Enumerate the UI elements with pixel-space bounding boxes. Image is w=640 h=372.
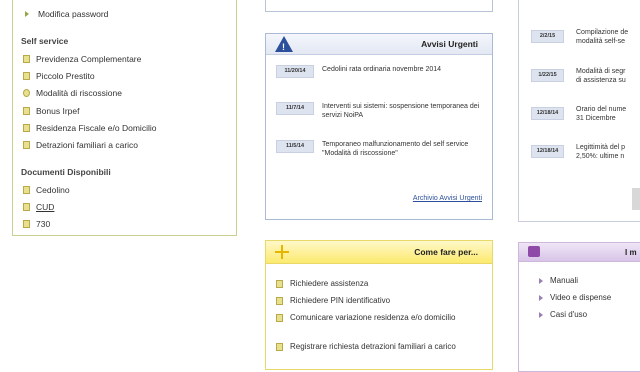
folder-icon <box>23 220 30 228</box>
avvisi-title: Avvisi Urgenti <box>421 39 478 49</box>
documento-730[interactable]: 730 <box>23 219 50 229</box>
right-resources-panel: I m Manuali Video e dispense Casi d'uso <box>518 242 640 372</box>
news-date-badge: 11/7/14 <box>276 102 314 115</box>
right-news-item-2[interactable]: Modalità di segr di assistenza su <box>576 67 640 85</box>
refresh-icon <box>23 89 30 97</box>
scrollbar[interactable] <box>632 188 640 210</box>
archivio-avvisi-link[interactable]: Archivio Avvisi Urgenti <box>413 195 482 202</box>
right-resources-title: I m <box>625 248 637 257</box>
self-service-item-modalita-riscossione[interactable]: Modalità di riscossione <box>23 88 122 98</box>
briefcase-icon <box>528 246 540 257</box>
right-news-panel: 2/2/15 Compilazione de modalità self-se … <box>518 0 640 222</box>
top-middle-panel <box>265 0 493 12</box>
document-icon <box>23 55 30 63</box>
come-fare-item-detrazioni[interactable]: Registrare richiesta detrazioni familiar… <box>276 342 486 352</box>
self-service-item-residenza-fiscale[interactable]: Residenza Fiscale e/o Domicilio <box>23 123 156 133</box>
modifica-password-link[interactable]: Modifica password <box>23 9 108 19</box>
shield-icon <box>23 124 30 132</box>
document-icon <box>276 343 283 351</box>
come-fare-item-pin[interactable]: Richiedere PIN identificativo <box>276 296 486 306</box>
self-service-item-previdenza[interactable]: Previdenza Complementare <box>23 54 141 64</box>
document-icon <box>276 314 283 322</box>
avvisi-urgenti-panel: ! Avvisi Urgenti 11/20/14 Cedolini rata … <box>265 33 493 220</box>
arrow-right-icon <box>539 277 543 284</box>
folder-icon <box>23 203 30 211</box>
come-fare-title: Come fare per... <box>414 247 478 257</box>
resource-item-casi-uso[interactable]: Casi d'uso <box>539 310 587 319</box>
documento-cud[interactable]: CUD <box>23 202 54 212</box>
coins-icon <box>23 107 30 115</box>
news-date-badge: 1/22/15 <box>531 69 564 82</box>
right-news-item-3[interactable]: Orario del nume 31 Dicembre <box>576 105 640 123</box>
document-icon <box>23 141 30 149</box>
self-service-item-bonus-irpef[interactable]: Bonus Irpef <box>23 106 79 116</box>
document-icon <box>276 280 283 288</box>
left-sidebar-panel: Modifica password Self service Previdenz… <box>12 0 237 236</box>
right-resources-header: I m <box>519 243 640 262</box>
resource-item-video[interactable]: Video e dispense <box>539 293 611 302</box>
document-icon <box>276 297 283 305</box>
arrow-right-icon <box>539 294 543 301</box>
news-date-badge: 2/2/15 <box>531 30 564 43</box>
news-date-badge: 11/5/14 <box>276 140 314 153</box>
right-news-item-4[interactable]: Legittimità del p 2,50%: ultime n <box>576 143 640 161</box>
self-service-item-detrazioni[interactable]: Detrazioni familiari a carico <box>23 140 138 150</box>
self-service-title: Self service <box>21 36 69 46</box>
folder-icon <box>23 186 30 194</box>
right-news-item-1[interactable]: Compilazione de modalità self-se <box>576 28 640 46</box>
document-icon <box>23 72 30 80</box>
come-fare-per-panel: Come fare per... Richiedere assistenza R… <box>265 240 493 370</box>
come-fare-item-residenza[interactable]: Comunicare variazione residenza e/o domi… <box>276 313 486 323</box>
come-fare-header: Come fare per... <box>266 241 492 264</box>
avviso-item-1[interactable]: Cedolini rata ordinaria novembre 2014 <box>322 65 487 74</box>
move-arrows-icon <box>275 245 289 259</box>
warning-mark: ! <box>282 42 285 52</box>
news-date-badge: 12/18/14 <box>531 107 564 120</box>
documenti-disponibili-title: Documenti Disponibili <box>21 167 111 177</box>
avviso-item-3[interactable]: Temporaneo malfunzionamento del self ser… <box>322 140 487 158</box>
avviso-item-2[interactable]: Interventi sui sistemi: sospensione temp… <box>322 102 487 120</box>
news-date-badge: 11/20/14 <box>276 65 314 78</box>
news-date-badge: 12/18/14 <box>531 145 564 158</box>
avvisi-header: ! Avvisi Urgenti <box>266 34 492 55</box>
documento-cedolino[interactable]: Cedolino <box>23 185 70 195</box>
come-fare-item-assistenza[interactable]: Richiedere assistenza <box>276 279 486 289</box>
resource-item-manuali[interactable]: Manuali <box>539 276 578 285</box>
arrow-right-icon <box>25 11 29 17</box>
self-service-item-piccolo-prestito[interactable]: Piccolo Prestito <box>23 71 95 81</box>
arrow-right-icon <box>539 311 543 318</box>
